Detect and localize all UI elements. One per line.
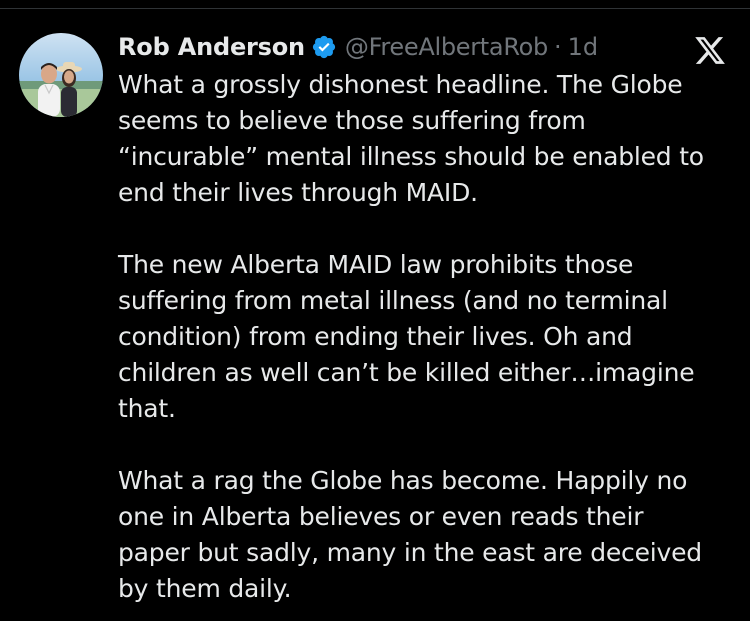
tweet-paragraph-1: What a grossly dishonest headline. The G… (118, 70, 704, 207)
tweet-header: Rob Anderson @FreeAlbertaRob · 1d (118, 30, 598, 64)
timestamp[interactable]: 1d (568, 33, 599, 61)
separator-dot: · (553, 33, 562, 61)
avatar[interactable] (19, 33, 103, 117)
x-logo-icon[interactable] (692, 34, 728, 67)
tweet-paragraph-2: The new Alberta MAID law prohibits those… (118, 250, 695, 423)
top-divider (0, 8, 750, 9)
tweet-body: What a grossly dishonest headline. The G… (118, 67, 738, 607)
verified-badge-icon (312, 35, 336, 59)
author-name[interactable]: Rob Anderson (118, 33, 305, 61)
author-handle[interactable]: @FreeAlbertaRob (345, 33, 548, 61)
tweet-paragraph-3: What a rag the Globe has become. Happily… (118, 466, 702, 603)
